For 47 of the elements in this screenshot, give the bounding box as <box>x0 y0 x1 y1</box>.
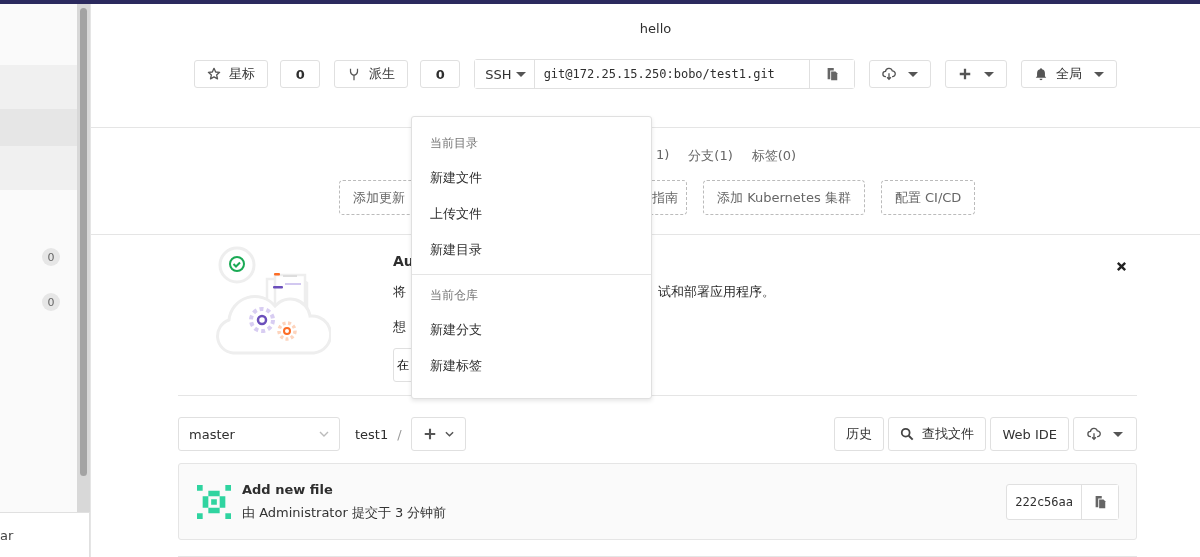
commit-title[interactable]: Add new file <box>242 481 1007 497</box>
menu-item[interactable]: 新建分支 <box>412 312 651 348</box>
bell-icon <box>1033 67 1048 81</box>
commit-meta: 由 Administrator 提交于 3 分钟前 <box>242 503 448 522</box>
add-file-button[interactable] <box>410 417 466 451</box>
cloud-download-icon <box>881 67 896 81</box>
cloud-download-icon <box>1087 427 1101 441</box>
star-icon <box>207 67 222 81</box>
path-link[interactable]: test1 <box>355 426 389 442</box>
notification-button[interactable]: 全局 <box>1020 60 1117 88</box>
toolbar-button[interactable]: 查找文件 <box>888 417 987 451</box>
count-badge: 0 <box>42 248 60 266</box>
banner-text: 想 <box>393 318 406 336</box>
scrollbar-thumb[interactable] <box>80 8 87 476</box>
menu-header: 当前仓库 <box>429 287 479 304</box>
plus-icon <box>957 67 972 81</box>
close-icon[interactable] <box>1116 261 1127 272</box>
path-separator: / <box>397 426 402 442</box>
menu-item[interactable]: 新建标签 <box>412 348 651 384</box>
fork-count[interactable]: 0 <box>420 60 461 88</box>
plus-icon <box>422 427 437 441</box>
menu-item[interactable]: 新建目录 <box>412 232 651 268</box>
identicon-avatar <box>197 484 231 519</box>
star-count[interactable]: 0 <box>280 60 321 88</box>
copy-icon <box>1093 494 1107 509</box>
stat-link[interactable]: 1) <box>656 147 670 165</box>
toolbar-button[interactable]: 历史 <box>834 417 885 451</box>
sidebar-footer[interactable]: ar <box>0 512 90 557</box>
menu-header: 当前目录 <box>429 135 479 152</box>
banner-text: 试和部署应用程序。 <box>658 283 775 301</box>
download-button[interactable] <box>1073 417 1137 451</box>
add-button[interactable]: 添加 Kubernetes 集群 <box>703 180 865 215</box>
project-title: hello <box>639 21 672 36</box>
count-badge: 0 <box>42 293 60 311</box>
stat-link[interactable]: 分支(1) <box>688 147 733 165</box>
fork-button[interactable]: 派生 <box>334 60 409 88</box>
add-button[interactable]: 配置 CI/CD <box>880 180 976 215</box>
search-icon <box>900 427 915 441</box>
star-button[interactable]: 星标 <box>194 60 269 88</box>
download-button[interactable] <box>868 60 931 88</box>
stat-link[interactable]: 标签(0) <box>751 147 797 165</box>
banner-text: 将 <box>393 283 406 301</box>
chevron-down-icon <box>444 431 454 437</box>
new-item-button[interactable] <box>944 60 1007 88</box>
chevron-down-icon <box>319 431 329 437</box>
toolbar-button[interactable]: Web IDE <box>990 417 1069 451</box>
branch-select[interactable]: master <box>178 417 340 451</box>
